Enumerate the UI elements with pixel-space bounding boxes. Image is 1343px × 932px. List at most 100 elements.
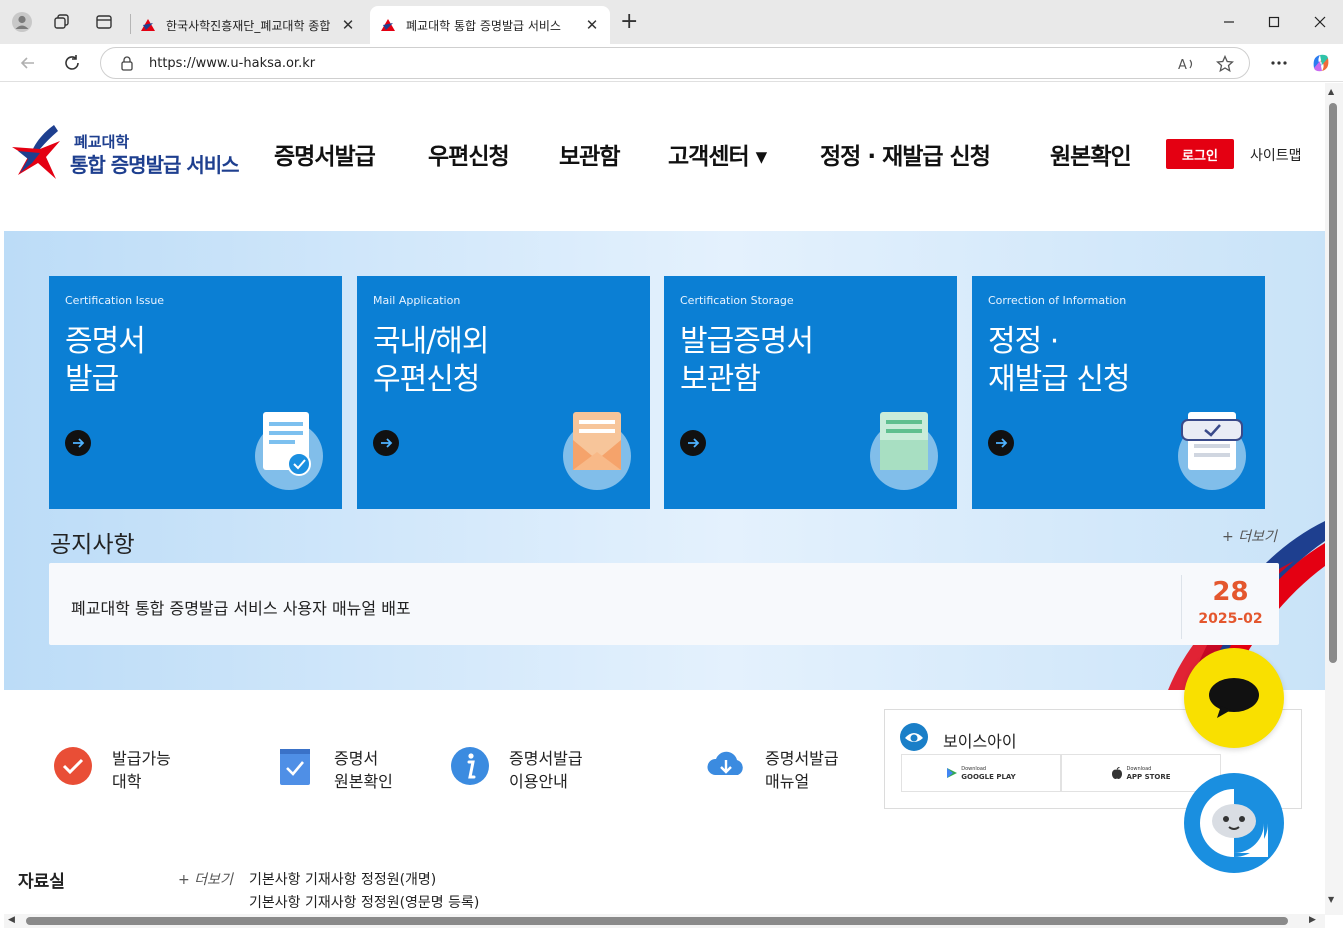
card-certificate-storage[interactable]: Certification Storage 발급증명서 보관함 (664, 276, 957, 509)
scroll-down-icon[interactable]: ▼ (1328, 895, 1334, 904)
voiceeye-logo-icon (900, 723, 928, 751)
card-en-title: Correction of Information (988, 294, 1127, 307)
quick-link-line1: 증명서발급 (765, 749, 839, 768)
google-play-button[interactable]: Download GOOGLE PLAY (901, 754, 1061, 792)
google-play-small: Download (961, 766, 987, 772)
checkbox-document-icon (1178, 412, 1246, 490)
chatbot-button[interactable] (1184, 773, 1284, 873)
quick-link-line1: 발급가능 (112, 749, 171, 768)
arrow-right-icon[interactable] (65, 430, 91, 456)
card-en-title: Mail Application (373, 294, 461, 307)
envelope-icon (563, 412, 631, 490)
vertical-scroll-thumb[interactable] (1329, 103, 1337, 663)
vertical-scrollbar[interactable]: ▲ ▼ (1325, 83, 1343, 915)
site-favicon-icon (141, 19, 155, 31)
lock-icon[interactable] (119, 55, 135, 71)
tab-title: 한국사학진흥재단_폐교대학 종합 (166, 18, 331, 33)
card-title-line2: 재발급 신청 (988, 362, 1131, 397)
svg-text:A: A (1178, 58, 1187, 72)
checkbox-icon (280, 749, 310, 785)
logo-line2: 통합 증명발급 서비스 (70, 153, 240, 177)
tab-actions-icon[interactable] (92, 10, 116, 34)
url-text[interactable]: https://www.u-haksa.or.kr (149, 56, 315, 71)
card-title-line2: 보관함 (680, 362, 761, 397)
refresh-icon[interactable] (59, 50, 85, 76)
check-circle-icon (54, 747, 92, 785)
apple-icon (1112, 767, 1123, 779)
new-tab-button[interactable]: + (620, 11, 638, 33)
more-menu-icon[interactable] (1266, 50, 1292, 76)
nav-customer-center[interactable]: 고객센터 ▾ (668, 137, 767, 171)
card-title-line2: 우편신청 (373, 362, 480, 397)
kakao-chat-button[interactable] (1184, 648, 1284, 748)
tab-inactive[interactable]: 한국사학진흥재단_폐교대학 종합 ✕ (130, 6, 366, 44)
nav-mail-application[interactable]: 우편신청 (428, 137, 510, 171)
copilot-icon[interactable] (1308, 50, 1334, 76)
google-play-icon (947, 768, 958, 778)
scroll-left-icon[interactable]: ◀ (8, 915, 15, 925)
notice-more-link[interactable]: + 더보기 (1222, 526, 1277, 546)
site-logo[interactable]: 폐교대학 통합 증명발급 서비스 (10, 123, 260, 187)
minimize-icon[interactable] (1217, 10, 1241, 34)
quick-link-line2: 원본확인 (334, 772, 393, 791)
pds-more-link[interactable]: + 더보기 (178, 869, 233, 889)
read-aloud-icon[interactable]: A (1177, 54, 1197, 74)
nav-certificate-issue[interactable]: 증명서발급 (274, 137, 376, 171)
tab-close-icon[interactable]: ✕ (340, 16, 356, 34)
window-close-icon[interactable] (1308, 10, 1332, 34)
notice-item-title[interactable]: 폐교대학 통합 증명발급 서비스 사용자 매뉴얼 배포 (71, 595, 411, 619)
google-play-label: Download GOOGLE PLAY (961, 765, 1015, 781)
favorite-star-icon[interactable] (1215, 54, 1235, 74)
arrow-right-icon[interactable] (988, 430, 1014, 456)
horizontal-scroll-thumb[interactable] (26, 917, 1288, 925)
nav-storage[interactable]: 보관함 (559, 137, 620, 171)
browser-toolbar: https://www.u-haksa.or.kr A (0, 44, 1343, 82)
quick-link-line2: 이용안내 (509, 772, 568, 791)
card-en-title: Certification Storage (680, 294, 794, 307)
arrow-right-icon[interactable] (680, 430, 706, 456)
sitemap-link[interactable]: 사이트맵 (1250, 145, 1302, 165)
notice-date-yearmonth: 2025-02 (1198, 611, 1263, 627)
info-icon (451, 747, 489, 785)
app-store-label: Download APP STORE (1126, 765, 1170, 781)
notice-title: 공지사항 (50, 532, 135, 558)
quick-link-line2: 매뉴얼 (765, 772, 810, 791)
pds-item[interactable]: 기본사항 기재사항 정정원(영문명 등록) (249, 892, 479, 912)
profile-icon[interactable] (10, 10, 34, 34)
workspaces-icon[interactable] (50, 10, 74, 34)
nav-original-verify[interactable]: 원본확인 (1050, 137, 1132, 171)
card-correction-reissue[interactable]: Correction of Information 정정 · 재발급 신청 (972, 276, 1265, 509)
page-viewport: 폐교대학 통합 증명발급 서비스 증명서발급 우편신청 보관함 고객센터 ▾ 정… (4, 83, 1325, 915)
horizontal-scrollbar[interactable]: ◀ ▶ (4, 914, 1325, 928)
scroll-right-icon[interactable]: ▶ (1309, 915, 1316, 925)
tab-close-icon[interactable]: ✕ (584, 16, 600, 34)
login-button[interactable]: 로그인 (1166, 139, 1234, 169)
google-play-big: GOOGLE PLAY (961, 773, 1016, 781)
chatbot-face-icon (1200, 789, 1268, 857)
notice-date-day: 28 (1212, 577, 1249, 607)
browser-titlebar: 한국사학진흥재단_폐교대학 종합 ✕ 폐교대학 통합 증명발급 서비스 ✕ + (0, 0, 1343, 44)
arrow-right-icon[interactable] (373, 430, 399, 456)
card-en-title: Certification Issue (65, 294, 165, 307)
scroll-up-icon[interactable]: ▲ (1328, 87, 1334, 96)
maximize-icon[interactable] (1262, 10, 1286, 34)
star-logo-icon (12, 125, 60, 179)
address-bar[interactable]: https://www.u-haksa.or.kr A (100, 47, 1250, 79)
folder-document-icon (870, 412, 938, 490)
card-mail-application[interactable]: Mail Application 국내/해외 우편신청 (357, 276, 650, 509)
notice-item[interactable]: 폐교대학 통합 증명발급 서비스 사용자 매뉴얼 배포 28 2025-02 (49, 563, 1279, 645)
chat-bubble-icon (1209, 678, 1259, 718)
card-certificate-issue[interactable]: Certification Issue 증명서 발급 (49, 276, 342, 509)
site-header: 폐교대학 통합 증명발급 서비스 증명서발급 우편신청 보관함 고객센터 ▾ 정… (4, 83, 1325, 231)
tab-active[interactable]: 폐교대학 통합 증명발급 서비스 ✕ (370, 6, 610, 44)
pds-item[interactable]: 기본사항 기재사항 정정원(개명) (249, 869, 436, 889)
nav-correction-reissue[interactable]: 정정 · 재발급 신청 (820, 137, 991, 171)
pds-title: 자료실 (18, 872, 65, 892)
cloud-download-icon (707, 751, 743, 775)
hero-section: Certification Issue 증명서 발급 Mail Applicat… (4, 231, 1325, 690)
card-title-line2: 발급 (65, 362, 119, 397)
app-store-small: Download (1126, 766, 1152, 772)
back-icon[interactable] (15, 50, 41, 76)
app-store-big: APP STORE (1126, 773, 1171, 781)
quick-link-line1: 증명서발급 (509, 749, 583, 768)
